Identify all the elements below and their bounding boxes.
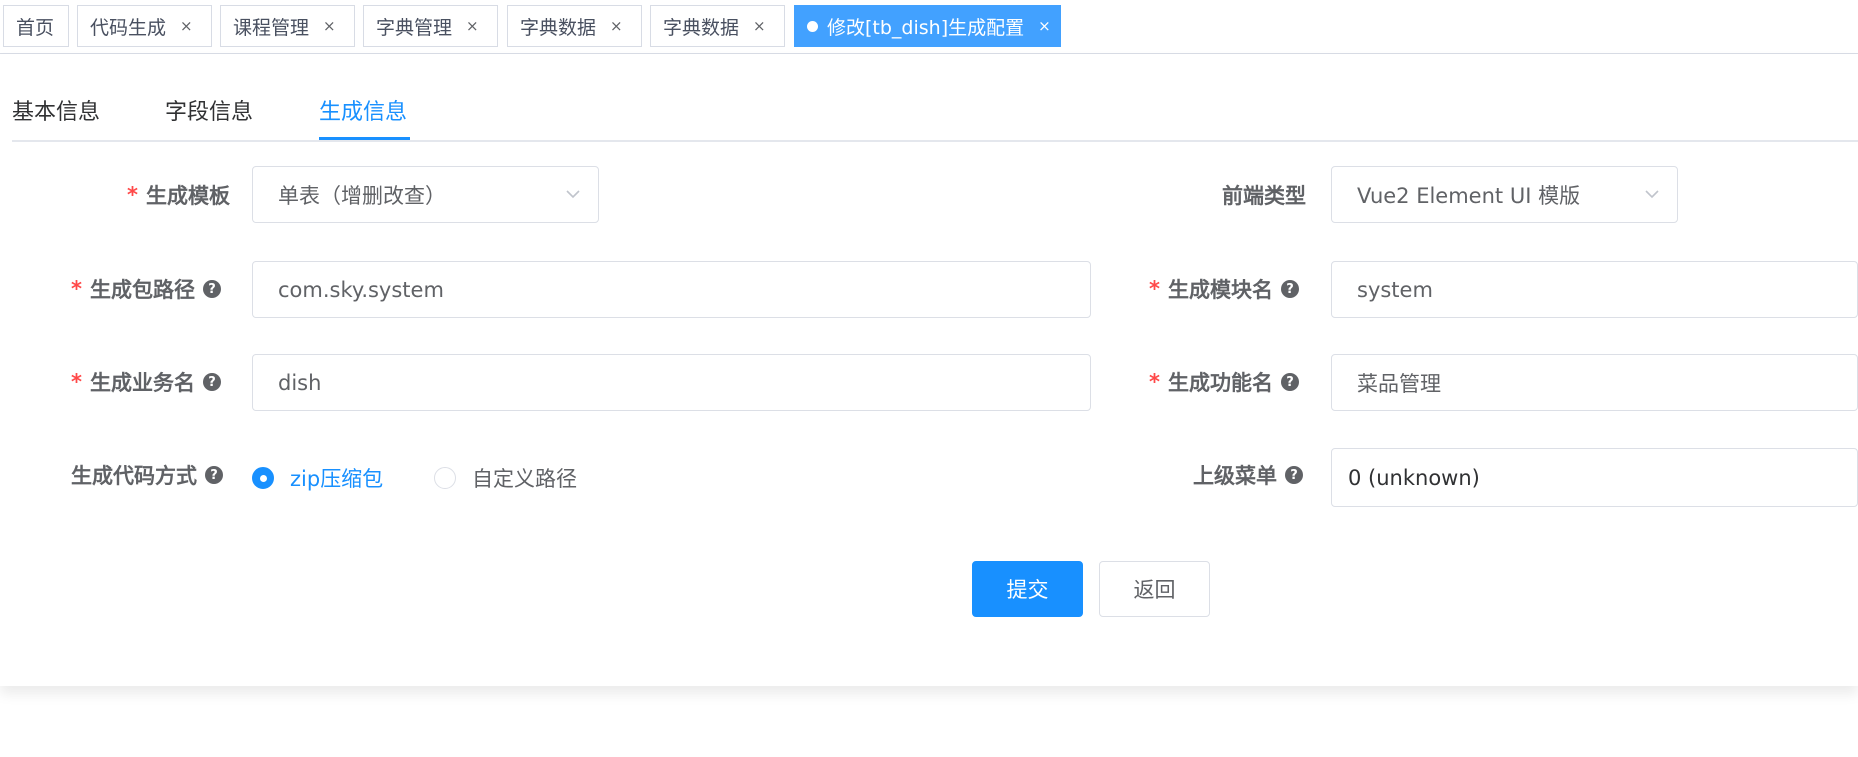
input-value: dish: [278, 370, 322, 395]
question-circle-icon[interactable]: ?: [1285, 466, 1303, 484]
frontend-type-select[interactable]: Vue2 Element UI 模版: [1331, 166, 1678, 223]
module-name-label: * 生成模块名 ?: [1149, 274, 1299, 304]
tabs-header: 基本信息 字段信息 生成信息: [12, 54, 1858, 142]
select-value: 单表（增删改查）: [278, 183, 446, 208]
tpl-category-label: * 生成模板: [127, 183, 230, 208]
business-name-label: * 生成业务名 ?: [71, 367, 221, 397]
tag-label: 首页: [16, 16, 55, 39]
business-name-input[interactable]: dish: [252, 354, 1091, 411]
close-icon[interactable]: ×: [323, 18, 336, 34]
package-name-label: * 生成包路径 ?: [71, 274, 221, 304]
parent-menu-treeselect[interactable]: 0 (unknown): [1331, 448, 1858, 507]
package-name-input[interactable]: com.sky.system: [252, 261, 1091, 318]
chevron-down-icon: [1645, 190, 1659, 199]
required-mark: *: [1149, 370, 1160, 394]
parent-menu-label: 上级菜单 ?: [1193, 460, 1303, 490]
tag-dict-data-2[interactable]: 字典数据 ×: [650, 5, 785, 47]
tag-label: 字典数据: [663, 16, 740, 39]
module-name-input[interactable]: system: [1331, 261, 1858, 318]
tag-home[interactable]: 首页: [3, 5, 69, 47]
tab-basic-info[interactable]: 基本信息: [12, 94, 100, 126]
function-name-input[interactable]: 菜品管理: [1331, 354, 1858, 411]
submit-button[interactable]: 提交: [972, 561, 1083, 617]
tags-view-bar: 首页 代码生成 × 课程管理 × 字典管理 × 字典数据 × 字典数据 × 修改…: [0, 0, 1858, 54]
required-mark: *: [127, 183, 138, 207]
tab-gen-info[interactable]: 生成信息: [319, 94, 407, 126]
radio-circle: [434, 467, 456, 489]
tag-dict-data-1[interactable]: 字典数据 ×: [507, 5, 642, 47]
gen-type-radio-zip[interactable]: zip压缩包: [252, 463, 383, 493]
frontend-type-label: 前端类型: [1222, 184, 1306, 208]
tpl-category-select[interactable]: 单表（增删改查）: [252, 166, 599, 223]
radio-label: zip压缩包: [290, 467, 384, 491]
question-circle-icon[interactable]: ?: [1280, 280, 1299, 298]
tag-label: 字典管理: [376, 16, 453, 39]
close-icon[interactable]: ×: [610, 18, 623, 34]
required-mark: *: [71, 277, 82, 301]
chevron-down-icon: [566, 190, 580, 199]
input-value: 菜品管理: [1357, 371, 1441, 396]
gen-type-radio-custom-path[interactable]: 自定义路径: [434, 463, 577, 493]
tag-label: 课程管理: [233, 16, 310, 39]
gen-type-label: 生成代码方式 ?: [71, 460, 223, 490]
close-icon[interactable]: ×: [466, 18, 479, 34]
question-circle-icon[interactable]: ?: [1280, 373, 1299, 391]
tag-code-gen[interactable]: 代码生成 ×: [77, 5, 212, 47]
close-icon[interactable]: ×: [1038, 18, 1051, 34]
question-circle-icon[interactable]: ?: [205, 466, 223, 484]
tag-label: 代码生成: [90, 16, 167, 39]
tag-label: 修改[tb_dish]生成配置: [827, 16, 1025, 39]
close-icon[interactable]: ×: [180, 18, 193, 34]
input-value: system: [1357, 277, 1433, 302]
radio-circle: [252, 467, 274, 489]
treeselect-value: 0 (unknown): [1348, 465, 1480, 490]
close-icon[interactable]: ×: [753, 18, 766, 34]
tag-dict-manage[interactable]: 字典管理 ×: [363, 5, 498, 47]
tag-edit-gen-config[interactable]: 修改[tb_dish]生成配置 ×: [794, 5, 1061, 47]
input-value: com.sky.system: [278, 277, 444, 302]
edit-gen-card: 基本信息 字段信息 生成信息 * 生成模板 单表（增删改查） 前端类型 Vue2…: [0, 54, 1858, 686]
tab-active-bar: [319, 137, 410, 140]
question-circle-icon[interactable]: ?: [202, 373, 221, 391]
question-circle-icon[interactable]: ?: [202, 280, 221, 298]
tag-label: 字典数据: [520, 16, 597, 39]
back-button[interactable]: 返回: [1099, 561, 1210, 617]
function-name-label: * 生成功能名 ?: [1149, 367, 1299, 397]
tab-column-info[interactable]: 字段信息: [165, 94, 253, 126]
required-mark: *: [1149, 277, 1160, 301]
required-mark: *: [71, 370, 82, 394]
radio-label: 自定义路径: [472, 467, 577, 491]
select-value: Vue2 Element UI 模版: [1357, 183, 1581, 208]
active-dot-icon: [807, 20, 818, 32]
tag-course-manage[interactable]: 课程管理 ×: [220, 5, 355, 47]
